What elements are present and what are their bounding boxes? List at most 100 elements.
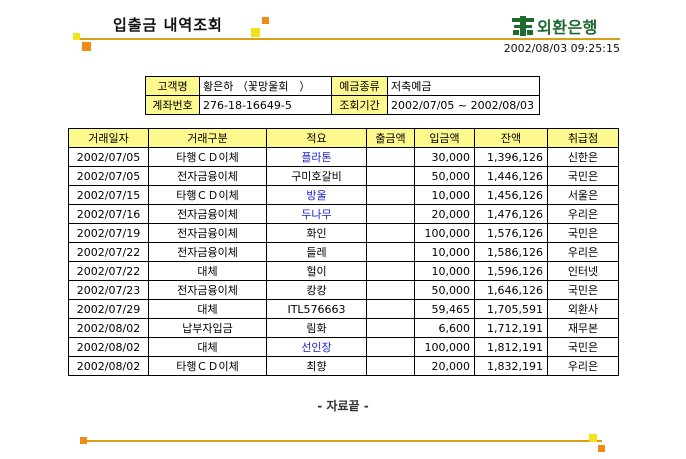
account-label: 계좌번호	[145, 95, 200, 115]
cell-withdrawal	[366, 204, 415, 224]
cell-type: 전자금융이체	[148, 280, 267, 300]
info-row: 계좌번호 276-18-16649-5 조회기간 2002/07/05 ~ 20…	[145, 95, 540, 115]
cell-balance: 1,646,126	[474, 280, 548, 300]
cell-balance: 1,812,191	[474, 337, 548, 357]
cell-branch: 국민은	[547, 166, 619, 186]
query-timestamp: 2002/08/03 09:25:15	[503, 42, 620, 55]
cell-memo[interactable]: 플라톤	[266, 147, 367, 167]
cell-withdrawal	[366, 337, 415, 357]
cell-deposit: 50,000	[414, 166, 475, 186]
cell-deposit: 6,600	[414, 318, 475, 338]
decor-square	[589, 434, 597, 442]
cell-balance: 1,586,126	[474, 242, 548, 262]
cell-memo[interactable]: 방울	[266, 185, 367, 205]
cell-withdrawal	[366, 280, 415, 300]
cell-type: 전자금융이체	[148, 204, 267, 224]
cell-type: 타행ＣＤ이체	[148, 356, 267, 376]
cell-date: 2002/07/15	[68, 185, 149, 205]
customer-value: 황은하 （꽃망울회 ）	[199, 76, 332, 96]
footer-divider	[86, 440, 602, 442]
period-value: 2002/07/05 ~ 2002/08/03	[387, 95, 540, 115]
cell-branch: 신한은	[547, 147, 619, 167]
cell-balance: 1,396,126	[474, 147, 548, 167]
cell-memo[interactable]: 두나무	[266, 204, 367, 224]
header-divider	[80, 38, 620, 40]
cell-branch: 외환사	[547, 299, 619, 319]
page-title: 입출금 내역조회	[113, 16, 223, 34]
header-branch: 취급점	[547, 128, 619, 148]
cell-deposit: 10,000	[414, 261, 475, 281]
cell-deposit: 20,000	[414, 356, 475, 376]
customer-label: 고객명	[145, 76, 200, 96]
cell-date: 2002/08/02	[68, 337, 149, 357]
account-info-table: 고객명 황은하 （꽃망울회 ） 예금종류 저축예금 계좌번호 276-18-16…	[145, 76, 540, 115]
cell-memo: 캉캉	[266, 280, 367, 300]
cell-type: 전자금융이체	[148, 223, 267, 243]
table-row: 2002/07/15 타행ＣＤ이체 방울 10,000 1,456,126 서울은	[68, 185, 619, 205]
cell-type: 대체	[148, 337, 267, 357]
cell-date: 2002/07/22	[68, 242, 149, 262]
cell-date: 2002/07/16	[68, 204, 149, 224]
table-row: 2002/08/02 납부자입금 림화 6,600 1,712,191 재무본	[68, 318, 619, 338]
table-row: 2002/07/29 대체 ITL576663 59,465 1,705,591 외환사	[68, 299, 619, 319]
cell-balance: 1,596,126	[474, 261, 548, 281]
bank-logo-icon	[512, 16, 534, 36]
cell-withdrawal	[366, 318, 415, 338]
decor-square	[251, 28, 260, 37]
cell-branch: 우리은	[547, 204, 619, 224]
cell-withdrawal	[366, 147, 415, 167]
info-row: 고객명 황은하 （꽃망울회 ） 예금종류 저축예금	[145, 76, 540, 96]
cell-memo: 최향	[266, 356, 367, 376]
table-header-row: 거래일자 거래구분 적요 출금액 입금액 잔액 취급점	[68, 128, 619, 148]
table-row: 2002/07/23 전자금융이체 캉캉 50,000 1,646,126 국민은	[68, 280, 619, 300]
account-value: 276-18-16649-5	[199, 95, 332, 115]
decor-square	[262, 17, 269, 24]
cell-memo: 헐이	[266, 261, 367, 281]
cell-branch: 국민은	[547, 337, 619, 357]
cell-date: 2002/07/05	[68, 166, 149, 186]
cell-balance: 1,705,591	[474, 299, 548, 319]
cell-deposit: 50,000	[414, 280, 475, 300]
header-balance: 잔액	[474, 128, 548, 148]
deposit-type-label: 예금종류	[331, 76, 388, 96]
table-row: 2002/07/16 전자금융이체 두나무 20,000 1,476,126 우리은	[68, 204, 619, 224]
cell-type: 대체	[148, 261, 267, 281]
header-date: 거래일자	[68, 128, 149, 148]
cell-balance: 1,476,126	[474, 204, 548, 224]
cell-type: 전자금융이체	[148, 166, 267, 186]
cell-deposit: 20,000	[414, 204, 475, 224]
decor-square	[82, 42, 91, 51]
cell-branch: 국민은	[547, 223, 619, 243]
bank-logo-text: 외환은행	[537, 18, 598, 37]
cell-deposit: 100,000	[414, 337, 475, 357]
cell-withdrawal	[366, 223, 415, 243]
cell-branch: 국민은	[547, 280, 619, 300]
header-withdrawal: 출금액	[366, 128, 415, 148]
bank-logo: 외환은행	[511, 14, 598, 38]
cell-date: 2002/07/19	[68, 223, 149, 243]
cell-deposit: 59,465	[414, 299, 475, 319]
table-row: 2002/07/19 전자금융이체 화인 100,000 1,576,126 국민은	[68, 223, 619, 243]
transaction-rows: 2002/07/05 타행ＣＤ이체 플라톤 30,000 1,396,126 신한은 200…	[68, 147, 619, 376]
cell-memo[interactable]: 선인장	[266, 337, 367, 357]
cell-memo: 구미호갈비	[266, 166, 367, 186]
table-row: 2002/08/02 타행ＣＤ이체 최향 20,000 1,832,191 우리은	[68, 356, 619, 376]
cell-type: 타행ＣＤ이체	[148, 185, 267, 205]
header-type: 거래구분	[148, 128, 267, 148]
statement-page: 입출금 내역조회 외환은행 2002/08/03 09:25:15 고객명 황은…	[0, 0, 686, 459]
decor-square	[598, 445, 605, 452]
cell-date: 2002/08/02	[68, 318, 149, 338]
cell-branch: 우리은	[547, 242, 619, 262]
cell-withdrawal	[366, 166, 415, 186]
header-deposit: 입금액	[414, 128, 475, 148]
decor-square	[73, 33, 80, 40]
cell-memo: 들레	[266, 242, 367, 262]
cell-memo: 화인	[266, 223, 367, 243]
cell-balance: 1,576,126	[474, 223, 548, 243]
cell-withdrawal	[366, 242, 415, 262]
transaction-table: 거래일자 거래구분 적요 출금액 입금액 잔액 취급점 2002/07/05 타행…	[68, 128, 619, 376]
cell-withdrawal	[366, 185, 415, 205]
table-row: 2002/08/02 대체 선인장 100,000 1,812,191 국민은	[68, 337, 619, 357]
cell-type: 타행ＣＤ이체	[148, 147, 267, 167]
cell-date: 2002/07/29	[68, 299, 149, 319]
